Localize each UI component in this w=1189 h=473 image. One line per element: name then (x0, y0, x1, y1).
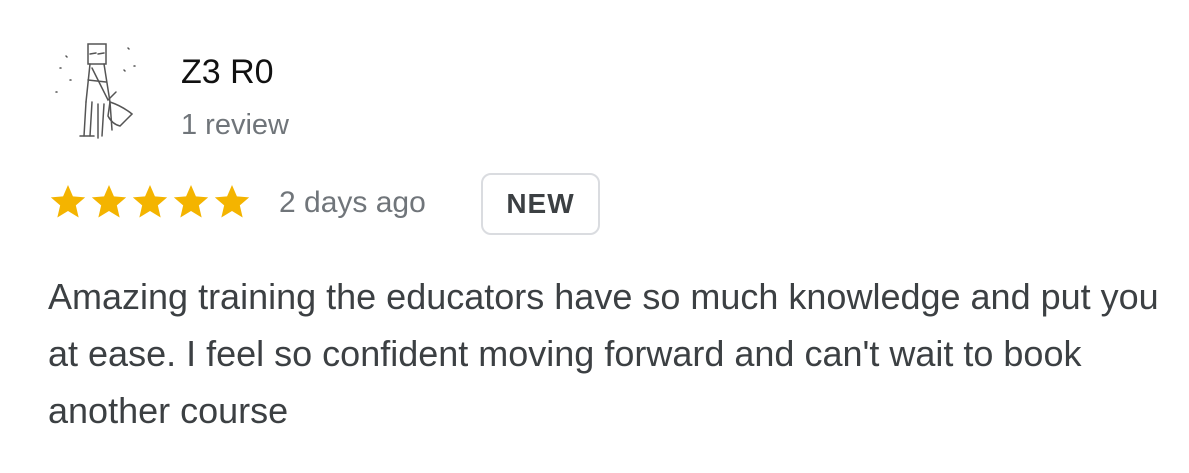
reviewer-name[interactable]: Z3 R0 (181, 52, 274, 92)
review-count: 1 review (181, 109, 289, 141)
review-date: 2 days ago (279, 186, 426, 219)
star-icon (50, 185, 86, 218)
new-badge: NEW (481, 173, 600, 235)
star-icon (214, 185, 250, 218)
star-icon (173, 185, 209, 218)
review-text: Amazing training the educators have so m… (48, 276, 1159, 431)
star-icon (132, 185, 168, 218)
review-card: Z3 R0 1 review 2 days ago NEW Amazing tr… (0, 0, 1189, 473)
star-icon (91, 185, 127, 218)
sketch-figure-avatar-icon (55, 43, 136, 139)
avatar[interactable] (50, 40, 142, 140)
star-rating (48, 180, 253, 224)
